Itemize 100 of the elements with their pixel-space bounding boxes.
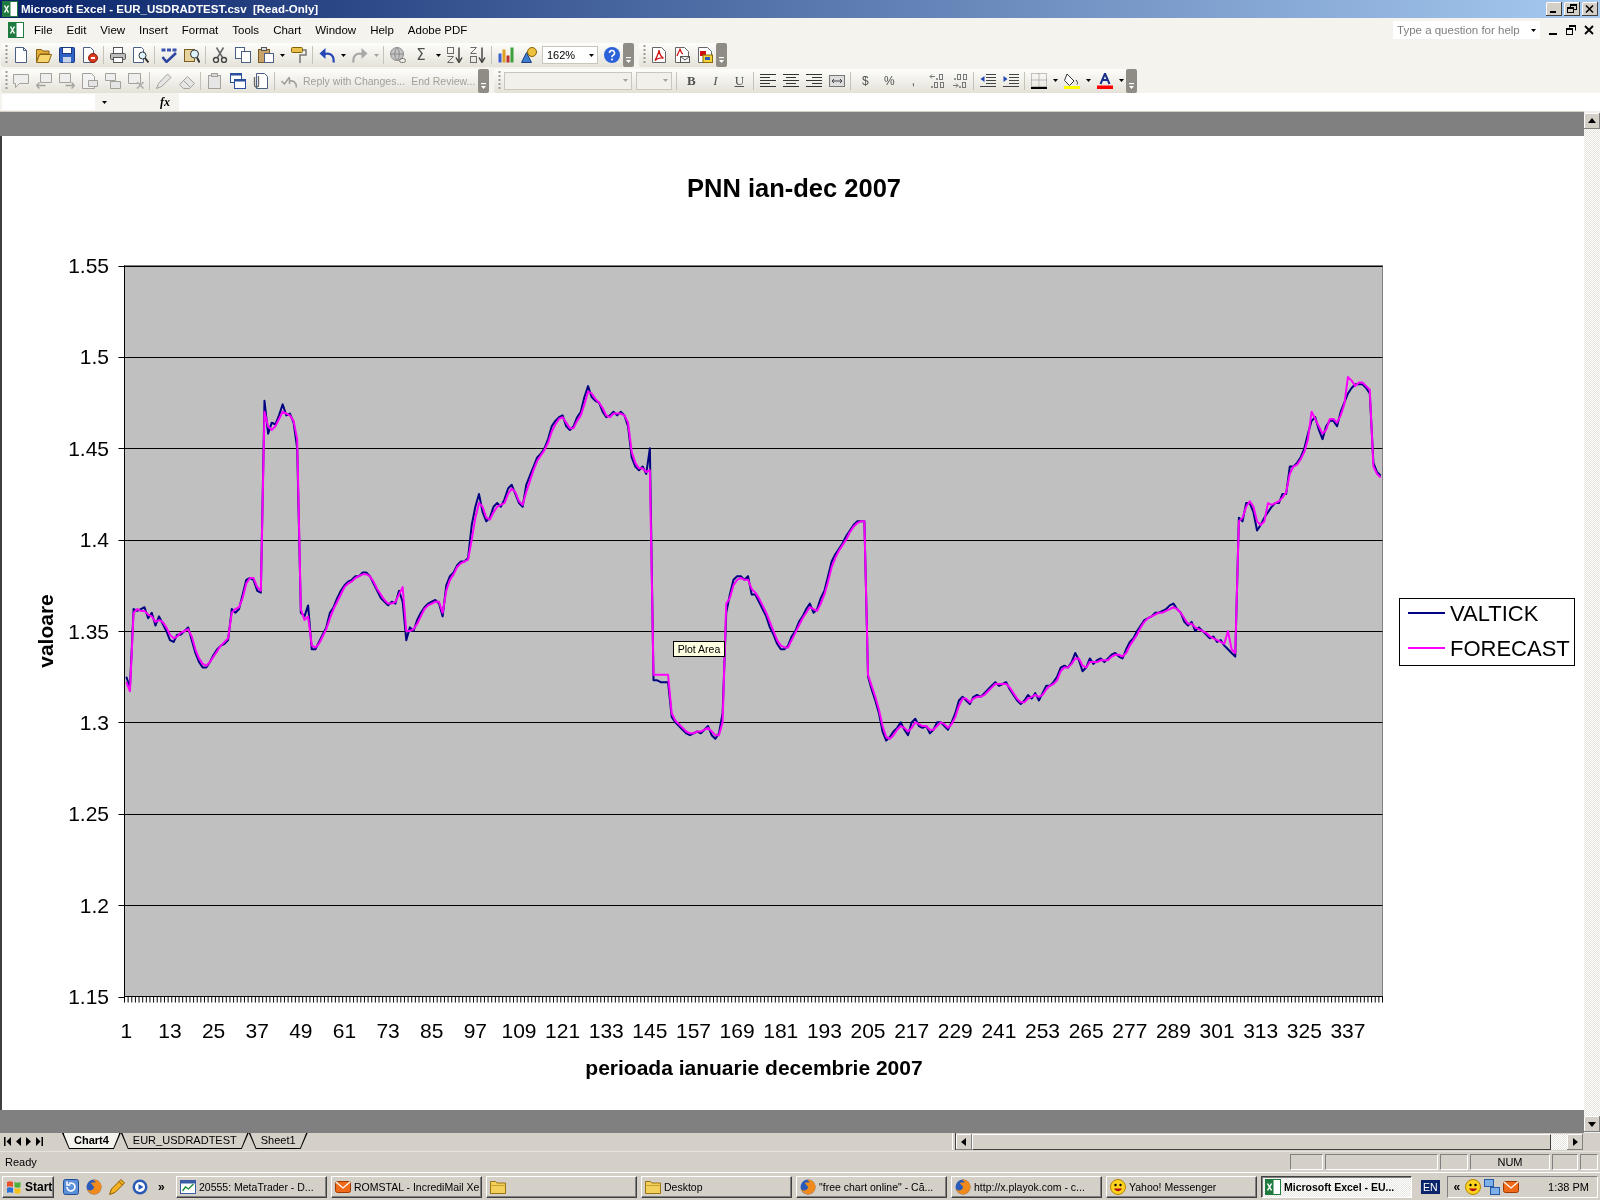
copy-icon[interactable] [234, 47, 251, 63]
bar-chart-icon[interactable] [497, 47, 514, 63]
caret-icon[interactable] [1118, 79, 1124, 82]
paperclip-page-icon[interactable] [252, 72, 269, 89]
caret-icon[interactable] [1085, 79, 1091, 82]
open-folder-icon[interactable] [35, 47, 52, 63]
taskbar-button[interactable]: http://x.playok.com - c... [951, 1175, 1102, 1198]
pencil-icon[interactable] [109, 1178, 125, 1195]
spreadsheet-icon[interactable] [8, 22, 24, 38]
caret-icon[interactable] [1531, 28, 1536, 32]
next-sheet-icon[interactable] [26, 1137, 31, 1146]
taskbar-button[interactable]: Desktop [641, 1175, 792, 1198]
zoom-dropdown[interactable]: 162% [542, 46, 598, 64]
borders-icon[interactable] [1030, 72, 1047, 89]
document-layers-icon[interactable] [696, 47, 713, 63]
undo-icon[interactable] [318, 47, 335, 63]
menu-item[interactable]: Edit [59, 21, 94, 39]
close-icon[interactable] [1582, 2, 1598, 16]
globe-icon[interactable] [86, 1178, 102, 1195]
network-icon[interactable] [1484, 1178, 1501, 1195]
play-icon[interactable] [132, 1178, 148, 1195]
toolbar-options-icon[interactable] [716, 43, 727, 67]
menu-item[interactable]: File [27, 21, 60, 39]
minimize-icon[interactable] [1546, 2, 1562, 16]
align-left-icon[interactable] [759, 72, 776, 89]
shapes-icon[interactable] [520, 47, 537, 63]
document-no-entry-icon[interactable] [81, 47, 98, 63]
comma-button[interactable]: , [901, 69, 926, 92]
sort-ascending-icon[interactable] [446, 47, 463, 63]
sort-descending-icon[interactable] [469, 47, 486, 63]
help-search-field[interactable]: Type a question for help [1393, 21, 1540, 39]
more-button[interactable]: » [158, 1179, 172, 1194]
decrease-decimal-icon[interactable] [951, 72, 968, 89]
taskbar-button[interactable]: ROMSTAL - IncrediMail Xe [331, 1175, 482, 1198]
caret-icon[interactable] [435, 53, 441, 57]
grip-icon[interactable] [497, 70, 501, 91]
sheet-tab[interactable]: EUR_USDRADTEST [120, 1133, 249, 1149]
grip-icon[interactable] [4, 45, 8, 65]
caret-icon[interactable] [588, 53, 594, 57]
align-right-icon[interactable] [805, 72, 822, 89]
paint-roller-icon[interactable] [290, 47, 307, 63]
caret-icon[interactable] [279, 53, 285, 57]
print-icon[interactable] [109, 47, 126, 63]
new-document-icon[interactable] [12, 47, 29, 63]
toolbar-options-icon[interactable] [478, 68, 490, 93]
menu-item[interactable]: Tools [225, 21, 267, 39]
previous-sheet-icon[interactable] [16, 1137, 21, 1146]
menu-item[interactable]: Help [363, 21, 401, 39]
paste-icon[interactable] [257, 47, 274, 63]
scroll-down-icon[interactable] [1584, 1116, 1600, 1132]
close-icon[interactable] [1584, 25, 1594, 35]
toolbar-options-icon[interactable] [623, 43, 634, 67]
spell-check-icon[interactable] [160, 47, 177, 63]
merge-center-icon[interactable] [828, 72, 845, 89]
window-stack-icon[interactable] [229, 72, 246, 89]
grip-icon[interactable] [642, 45, 646, 65]
cut-icon[interactable] [211, 47, 228, 63]
menu-item[interactable]: Window [308, 21, 364, 39]
autosum-button[interactable]: Σ [409, 44, 433, 66]
taskbar-button[interactable]: 20555: MetaTrader - D... [176, 1175, 327, 1198]
book-search-icon[interactable] [183, 47, 200, 63]
taskbar-button[interactable] [486, 1175, 637, 1198]
save-icon[interactable] [58, 47, 75, 63]
language-indicator[interactable]: EN [1421, 1179, 1440, 1194]
menu-item[interactable]: Format [174, 21, 226, 39]
grip-icon[interactable] [4, 70, 8, 91]
underline-button[interactable]: U [727, 69, 752, 92]
globe-link-icon[interactable] [389, 47, 406, 63]
restore-icon[interactable] [1564, 2, 1580, 16]
taskbar-button[interactable]: Yahoo! Messenger [1106, 1175, 1257, 1198]
fill-color-icon[interactable] [1063, 72, 1080, 89]
bold-button[interactable]: B [679, 69, 704, 92]
refresh-page-icon[interactable] [63, 1178, 79, 1195]
increase-decimal-icon[interactable] [928, 72, 945, 89]
scroll-up-icon[interactable] [1584, 113, 1600, 129]
caret-icon[interactable] [1052, 79, 1058, 82]
smiley-icon[interactable] [1465, 1178, 1482, 1195]
sheet-tab[interactable]: Sheet1 [248, 1133, 308, 1149]
align-center-icon[interactable] [782, 72, 799, 89]
envelope-icon[interactable] [1503, 1178, 1520, 1195]
last-sheet-icon[interactable] [36, 1137, 43, 1146]
menu-item[interactable]: Chart [266, 21, 309, 39]
insert-function-button[interactable]: fx [157, 94, 173, 110]
currency-button[interactable]: $ [853, 69, 878, 92]
help-icon[interactable] [603, 47, 620, 63]
start-button[interactable]: Start [2, 1175, 54, 1198]
document-swoosh-icon[interactable] [650, 47, 667, 63]
font-color-icon[interactable] [1096, 72, 1113, 89]
increase-indent-icon[interactable] [1002, 72, 1019, 89]
caret-icon[interactable] [340, 53, 346, 57]
menu-item[interactable]: View [93, 21, 133, 39]
caret-icon[interactable] [101, 100, 107, 104]
first-sheet-icon[interactable] [4, 1137, 11, 1146]
print-preview-icon[interactable] [132, 47, 149, 63]
formula-input[interactable] [179, 93, 1600, 111]
percent-button[interactable]: % [877, 69, 902, 92]
show-hidden-icons-button[interactable]: « [1453, 1179, 1461, 1194]
menu-item[interactable]: Adobe PDF [400, 21, 475, 39]
restore-icon[interactable] [1566, 25, 1576, 35]
italic-button[interactable]: I [703, 69, 728, 92]
